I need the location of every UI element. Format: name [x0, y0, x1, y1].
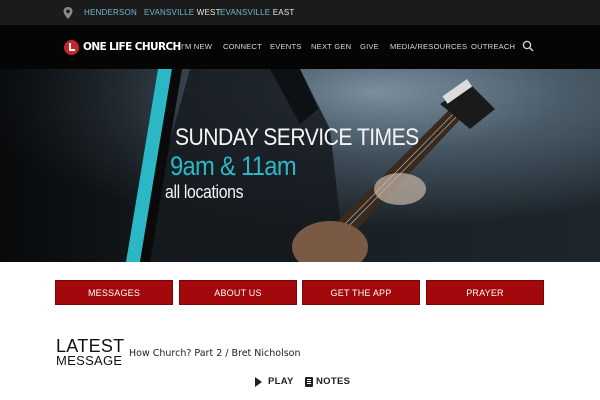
button-label: GET THE APP: [330, 287, 392, 298]
button-label: PRAYER: [466, 287, 504, 298]
location-name: HENDERSON: [84, 8, 137, 17]
button-label: ABOUT US: [214, 287, 262, 298]
message-heading: MESSAGE: [56, 353, 123, 368]
location-link-henderson[interactable]: HENDERSON: [84, 8, 137, 17]
hero-banner[interactable]: SUNDAY SERVICE TIMES 9am & 11am all loca…: [0, 69, 600, 262]
prayer-button[interactable]: PRAYER: [426, 280, 544, 305]
latest-message-title[interactable]: How Church? Part 2 / Bret Nicholson: [129, 348, 301, 359]
location-bar: HENDERSON EVANSVILLE WEST EVANSVILLE EAS…: [0, 0, 600, 25]
nav-item-im-new[interactable]: I'M NEW: [181, 42, 212, 51]
notes-label: NOTES: [316, 376, 351, 387]
nav-item-media-resources[interactable]: MEDIA/RESOURCES: [390, 42, 467, 51]
location-link-evansville-east[interactable]: EVANSVILLE EAST: [220, 8, 294, 17]
logo-mark-icon: [64, 39, 79, 55]
nav-item-next-gen[interactable]: NEXT GEN: [311, 42, 351, 51]
search-icon[interactable]: [522, 40, 534, 52]
play-button[interactable]: PLAY: [255, 376, 294, 387]
get-the-app-button[interactable]: GET THE APP: [302, 280, 420, 305]
nav-item-outreach[interactable]: OUTREACH: [471, 42, 515, 51]
nav-item-connect[interactable]: CONNECT: [223, 42, 262, 51]
play-label: PLAY: [268, 376, 294, 387]
notes-icon: [305, 376, 313, 387]
play-icon: [255, 376, 262, 387]
hero-title: SUNDAY SERVICE TIMES: [175, 124, 419, 151]
messages-button[interactable]: MESSAGES: [55, 280, 173, 305]
hero-service-times: 9am & 11am: [170, 151, 297, 181]
hero-subtitle: all locations: [165, 182, 244, 202]
logo-text: ONE LIFE CHURCH: [83, 41, 181, 53]
location-area: EAST: [272, 8, 295, 17]
location-area: WEST: [196, 8, 221, 17]
map-pin-icon: [63, 7, 73, 19]
about-us-button[interactable]: ABOUT US: [179, 280, 297, 305]
nav-item-give[interactable]: GIVE: [360, 42, 379, 51]
location-city: EVANSVILLE: [220, 8, 271, 17]
notes-button[interactable]: NOTES: [305, 376, 350, 387]
hero-background-image: [0, 69, 600, 262]
button-label: MESSAGES: [87, 287, 141, 298]
location-city: EVANSVILLE: [144, 8, 195, 17]
nav-item-events[interactable]: EVENTS: [270, 42, 302, 51]
location-link-evansville-west[interactable]: EVANSVILLE WEST: [144, 8, 221, 17]
main-nav: ONE LIFE CHURCH I'M NEW CONNECT EVENTS N…: [0, 25, 600, 69]
logo[interactable]: ONE LIFE CHURCH: [64, 38, 181, 56]
